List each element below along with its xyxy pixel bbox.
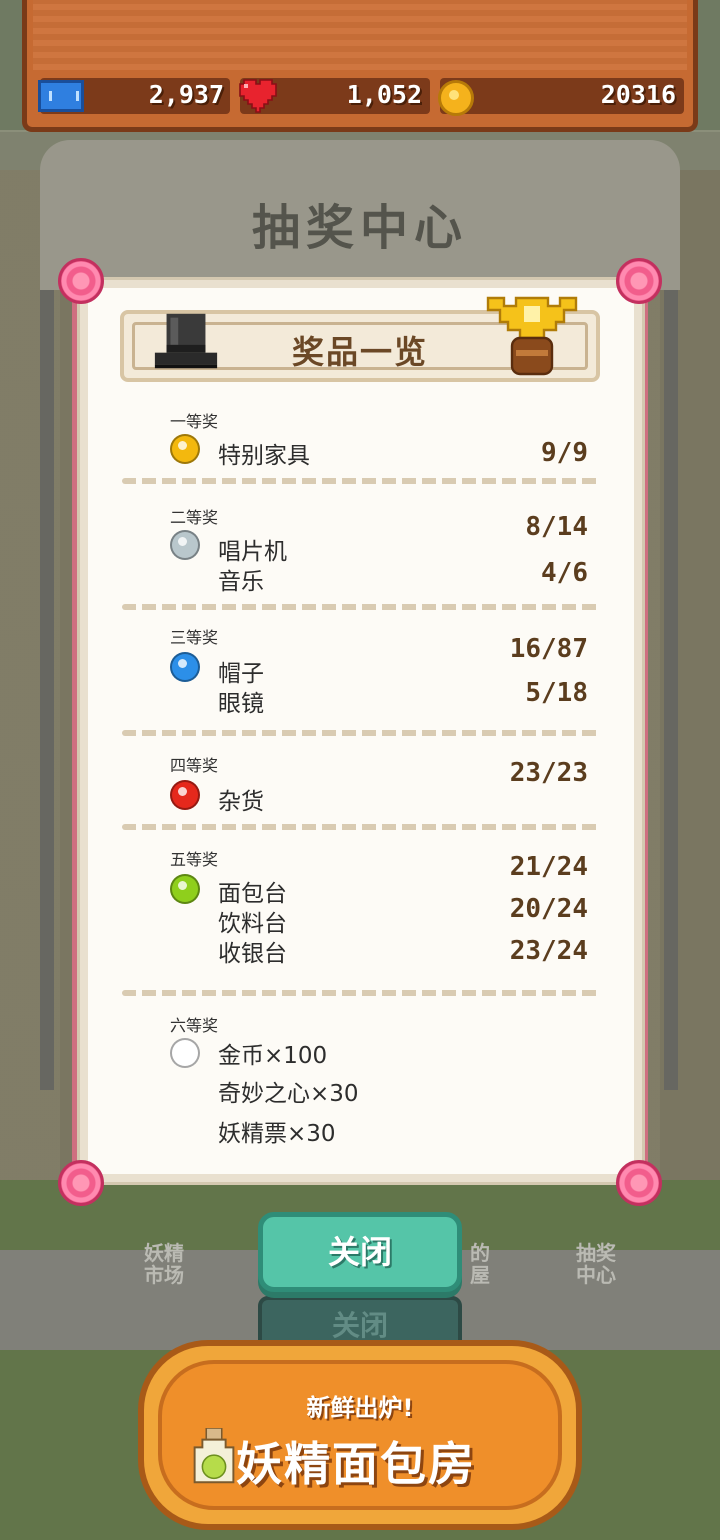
tier-5-item-3-name: 收银台 xyxy=(218,941,287,967)
tier-1-label: 一等奖 xyxy=(170,412,219,431)
tier-4-item-name: 杂货 xyxy=(218,789,264,815)
ticket-count: 2,937 xyxy=(148,80,224,109)
coin-count: 20316 xyxy=(600,80,676,109)
tier-3-item-2-name: 眼镜 xyxy=(218,691,264,717)
panel-rope-left xyxy=(72,290,78,1180)
tier-6-item-3-name: 妖精票×30 xyxy=(218,1121,336,1147)
heart-count: 1,052 xyxy=(346,80,422,109)
gold-orb-icon xyxy=(170,434,200,464)
green-orb-icon xyxy=(170,874,200,904)
divider xyxy=(122,604,600,610)
divider xyxy=(122,990,600,996)
tier-1-item-count: 9/9 xyxy=(541,438,588,468)
tier-2-item-1-name: 唱片机 xyxy=(218,539,287,565)
tier-5-label: 五等奖 xyxy=(170,850,219,869)
tier-2-label: 二等奖 xyxy=(170,508,219,527)
silver-orb-icon xyxy=(170,530,200,560)
tier-5-item-1-name: 面包台 xyxy=(218,881,287,907)
tier-2-item-2-name: 音乐 xyxy=(218,569,264,595)
rose-decoration-icon xyxy=(58,1160,104,1206)
tier-2-item-2-count: 4/6 xyxy=(541,558,588,588)
panel-title: 奖品一览 xyxy=(291,333,428,371)
tier-6-item-1-name: 金币×100 xyxy=(218,1043,328,1069)
tier-1-item-name: 特别家具 xyxy=(218,443,310,469)
tier-3-label: 三等奖 xyxy=(170,628,219,647)
tier-5-item-3-count: 23/24 xyxy=(509,936,588,966)
tier-5-item-2-count: 20/24 xyxy=(509,894,588,924)
divider xyxy=(122,730,600,736)
tier-3-item-2-count: 5/18 xyxy=(525,678,588,708)
tier-5-item-1-count: 21/24 xyxy=(509,852,588,882)
bakery-banner-subtitle: 新鲜出炉! xyxy=(306,1394,414,1422)
tier-4-label: 四等奖 xyxy=(170,756,219,775)
coin-icon xyxy=(438,80,474,116)
tier-3-item-1-count: 16/87 xyxy=(509,634,588,664)
trophy-icon xyxy=(486,296,578,376)
panel-rope-right xyxy=(642,290,648,1180)
red-orb-icon xyxy=(170,780,200,810)
rose-decoration-icon xyxy=(58,258,104,304)
bottle-icon xyxy=(193,1428,235,1484)
tier-3-item-1-name: 帽子 xyxy=(218,661,264,687)
divider xyxy=(122,824,600,830)
tier-5-item-2-name: 饮料台 xyxy=(218,911,287,937)
close-button[interactable]: 关闭 xyxy=(258,1212,462,1292)
white-orb-icon xyxy=(170,1038,200,1068)
rose-decoration-icon xyxy=(616,1160,662,1206)
rose-decoration-icon xyxy=(616,258,662,304)
divider xyxy=(122,478,600,484)
heart-icon xyxy=(239,79,277,113)
tier-4-item-count: 23/23 xyxy=(509,758,588,788)
blue-orb-icon xyxy=(170,652,200,682)
tier-6-label: 六等奖 xyxy=(170,1016,219,1035)
tier-2-item-1-count: 8/14 xyxy=(525,512,588,542)
ticket-icon xyxy=(38,80,84,112)
bakery-banner-title: 妖精面包房 xyxy=(236,1437,476,1491)
tier-6-item-2-name: 奇妙之心×30 xyxy=(218,1081,359,1107)
